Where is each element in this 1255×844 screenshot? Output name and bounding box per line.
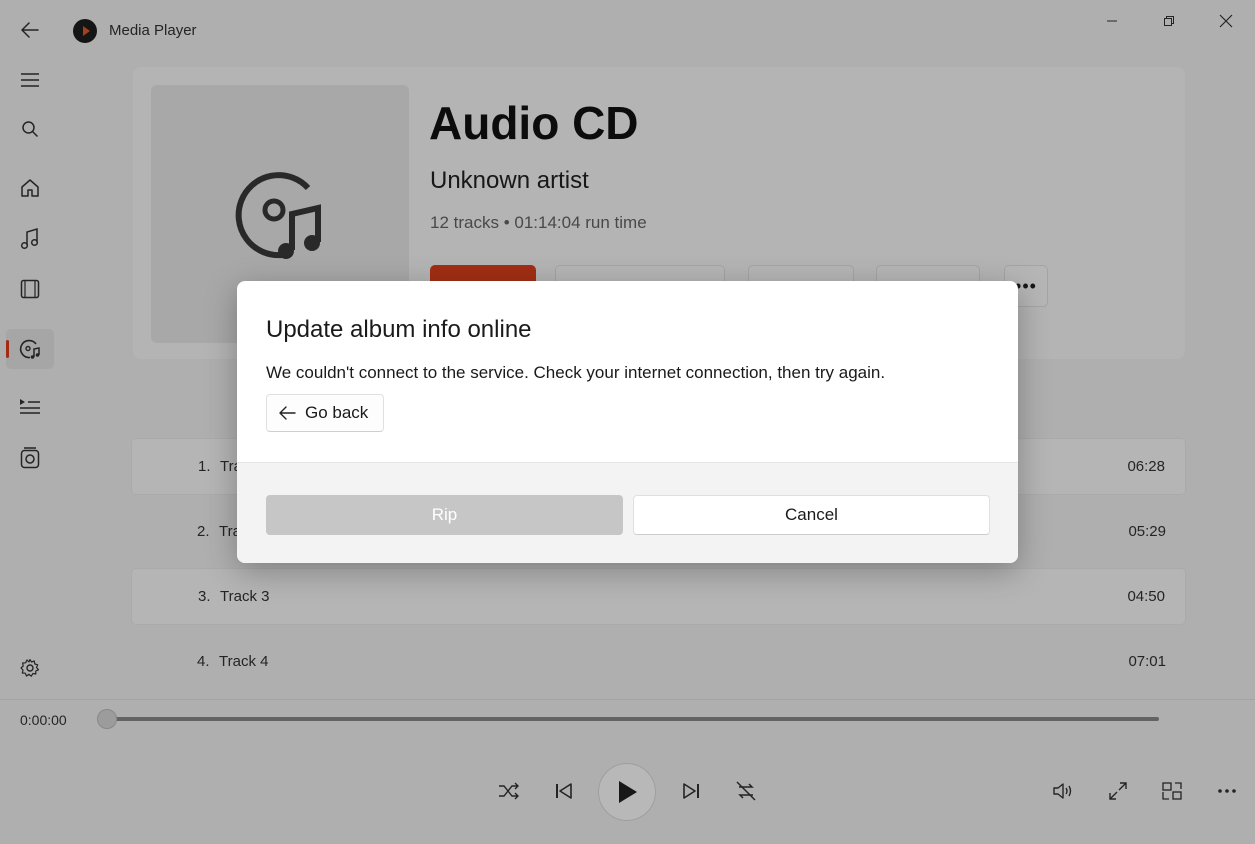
cancel-button[interactable]: Cancel [633, 495, 990, 535]
rip-button[interactable]: Rip [266, 495, 623, 535]
update-album-dialog: Update album info online We couldn't con… [237, 281, 1018, 563]
dialog-footer: Rip Cancel [237, 462, 1018, 563]
arrow-left-icon [279, 406, 296, 420]
dialog-message: We couldn't connect to the service. Chec… [266, 363, 886, 382]
dialog-title: Update album info online [266, 316, 532, 343]
go-back-label: Go back [305, 403, 369, 422]
go-back-button[interactable]: Go back [266, 394, 384, 432]
